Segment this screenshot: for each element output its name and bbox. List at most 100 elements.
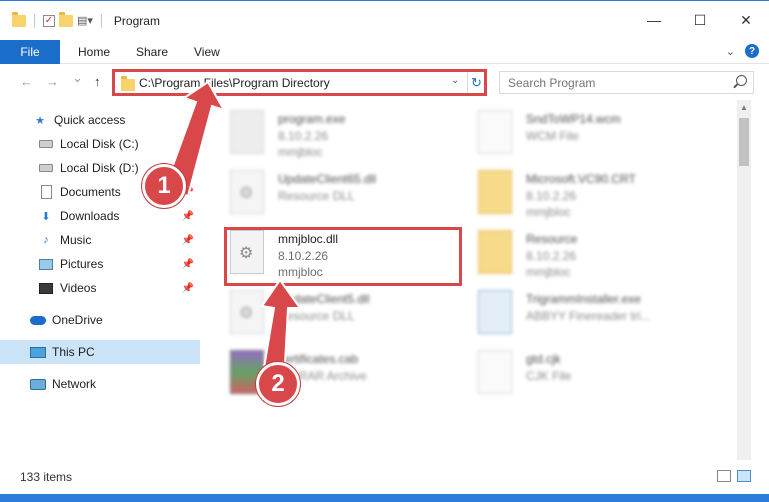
onedrive-icon xyxy=(30,313,46,327)
window-title: Program xyxy=(113,13,160,28)
sidebar-item-this-pc[interactable]: This PC xyxy=(0,340,200,364)
help-icon[interactable]: ? xyxy=(745,44,759,58)
back-icon[interactable]: ← xyxy=(20,74,33,89)
generic-file-icon xyxy=(478,350,512,394)
item-count: 133 items xyxy=(20,470,73,484)
file-detail: mmjbloc xyxy=(526,265,571,279)
sidebar-item-onedrive[interactable]: OneDrive xyxy=(0,308,200,332)
file-detail: 8.10.2.26 xyxy=(526,249,577,263)
new-folder-icon[interactable] xyxy=(59,11,73,27)
sidebar-item-label: Videos xyxy=(60,281,97,295)
file-item[interactable]: Microsoft.VC90.CRT 8.10.2.26 mmjbloc xyxy=(472,164,712,220)
file-detail: mmjbloc xyxy=(526,205,571,219)
up-icon[interactable]: ↑ xyxy=(94,74,101,89)
sidebar-item-label: Downloads xyxy=(60,209,120,223)
exe-file-icon xyxy=(230,110,264,154)
generic-file-icon xyxy=(478,110,512,154)
file-item[interactable]: TrigrammInstaller.exe ABBYY Finereader t… xyxy=(472,284,712,340)
file-detail: ABBYY Finereader tri... xyxy=(526,309,651,323)
file-detail: 8.10.2.26 xyxy=(278,129,329,143)
sidebar-item-label: Documents xyxy=(60,185,121,199)
tiles-view-icon[interactable] xyxy=(737,470,751,482)
search-icon[interactable] xyxy=(736,75,747,86)
window-controls: — ☐ ✕ xyxy=(631,1,769,39)
customize-toolbar-icon[interactable]: ▤▾ xyxy=(77,14,93,27)
divider xyxy=(34,13,35,28)
file-item[interactable]: Resource 8.10.2.26 mmjbloc xyxy=(472,224,712,280)
sidebar-item-downloads[interactable]: ⬇ Downloads 📌 xyxy=(0,204,200,228)
sidebar-item-pictures[interactable]: Pictures 📌 xyxy=(0,252,200,276)
file-item[interactable]: SndToWP14.wcm WCM File xyxy=(472,104,712,160)
tab-home[interactable]: Home xyxy=(78,40,110,64)
disk-icon xyxy=(38,137,54,151)
search-input[interactable] xyxy=(500,72,720,93)
sidebar-item-videos[interactable]: Videos 📌 xyxy=(0,276,200,300)
close-button[interactable]: ✕ xyxy=(723,1,769,39)
videos-icon xyxy=(38,281,54,295)
this-pc-icon xyxy=(30,345,46,359)
folder-icon[interactable] xyxy=(12,11,26,27)
expand-ribbon-icon[interactable]: ⌄ xyxy=(726,45,735,58)
sidebar-item-label: OneDrive xyxy=(52,313,103,327)
file-highlight-box xyxy=(224,227,462,286)
ribbon-right-controls: ⌄ ? xyxy=(726,44,759,58)
file-name: Resource xyxy=(526,232,578,246)
status-bar: 133 items xyxy=(0,466,769,488)
divider xyxy=(100,13,102,28)
sidebar-item-label: Quick access xyxy=(54,113,126,127)
music-icon: ♪ xyxy=(43,234,49,246)
file-detail: mmjbloc xyxy=(278,145,323,159)
window-bottom-border xyxy=(0,494,769,502)
scroll-up-icon[interactable]: ▲ xyxy=(740,103,748,112)
network-icon xyxy=(30,377,46,391)
callout-badge-2: 2 xyxy=(256,362,300,406)
vertical-scrollbar[interactable]: ▲ xyxy=(737,100,751,460)
sidebar-item-label: Music xyxy=(60,233,92,247)
file-name: Microsoft.VC90.CRT xyxy=(526,172,636,186)
callout-badge-1: 1 xyxy=(142,164,186,208)
folder-icon xyxy=(478,170,512,214)
file-name: UpdateClient65.dll xyxy=(278,172,377,186)
sidebar-item-label: Network xyxy=(52,377,97,391)
sidebar-item-music[interactable]: ♪ Music 📌 xyxy=(0,228,200,252)
sidebar-item-network[interactable]: Network xyxy=(0,372,200,396)
minimize-button[interactable]: — xyxy=(631,1,677,39)
recent-locations-icon[interactable]: ⌄ xyxy=(72,70,83,86)
star-icon: ★ xyxy=(35,114,45,127)
file-detail: Resource DLL xyxy=(278,189,355,203)
tab-view[interactable]: View xyxy=(194,40,220,64)
dll-file-icon xyxy=(230,170,264,214)
title-bar: ✓ ▤▾ Program — ☐ ✕ xyxy=(0,0,769,40)
file-item[interactable]: UpdateClient65.dll Resource DLL xyxy=(224,164,464,220)
file-detail: WCM File xyxy=(526,129,579,143)
pin-icon[interactable]: 📌 xyxy=(182,283,194,294)
search-box[interactable] xyxy=(499,71,754,94)
file-name: SndToWP14.wcm xyxy=(526,112,621,126)
ribbon-tabs: File Home Share View ⌄ ? xyxy=(0,40,769,64)
file-item[interactable]: program.exe 8.10.2.26 mmjbloc xyxy=(224,104,464,160)
file-name: TrigrammInstaller.exe xyxy=(526,292,641,306)
tab-share[interactable]: Share xyxy=(136,40,168,64)
file-detail: CJK File xyxy=(526,369,572,383)
file-name: program.exe xyxy=(278,112,346,126)
maximize-button[interactable]: ☐ xyxy=(677,1,723,39)
disk-icon xyxy=(38,161,54,175)
folder-icon xyxy=(478,230,512,274)
properties-icon[interactable]: ✓ xyxy=(43,14,55,27)
pictures-icon xyxy=(38,257,54,271)
forward-icon[interactable]: → xyxy=(46,74,59,89)
documents-icon xyxy=(38,185,54,199)
file-detail: 8.10.2.26 xyxy=(526,189,577,203)
file-item[interactable]: gtd.cjk CJK File xyxy=(472,344,712,400)
pin-icon[interactable]: 📌 xyxy=(182,211,194,222)
tab-file[interactable]: File xyxy=(0,40,60,64)
sidebar-item-label: This PC xyxy=(52,345,95,359)
scrollbar-thumb[interactable] xyxy=(739,118,749,166)
details-view-icon[interactable] xyxy=(717,470,731,482)
installer-file-icon xyxy=(478,290,512,334)
quick-access-toolbar: ✓ ▤▾ xyxy=(0,11,106,28)
pin-icon[interactable]: 📌 xyxy=(182,259,194,270)
sidebar-item-label: Local Disk (D:) xyxy=(60,161,139,175)
pin-icon[interactable]: 📌 xyxy=(182,235,194,246)
sidebar-item-label: Pictures xyxy=(60,257,104,271)
